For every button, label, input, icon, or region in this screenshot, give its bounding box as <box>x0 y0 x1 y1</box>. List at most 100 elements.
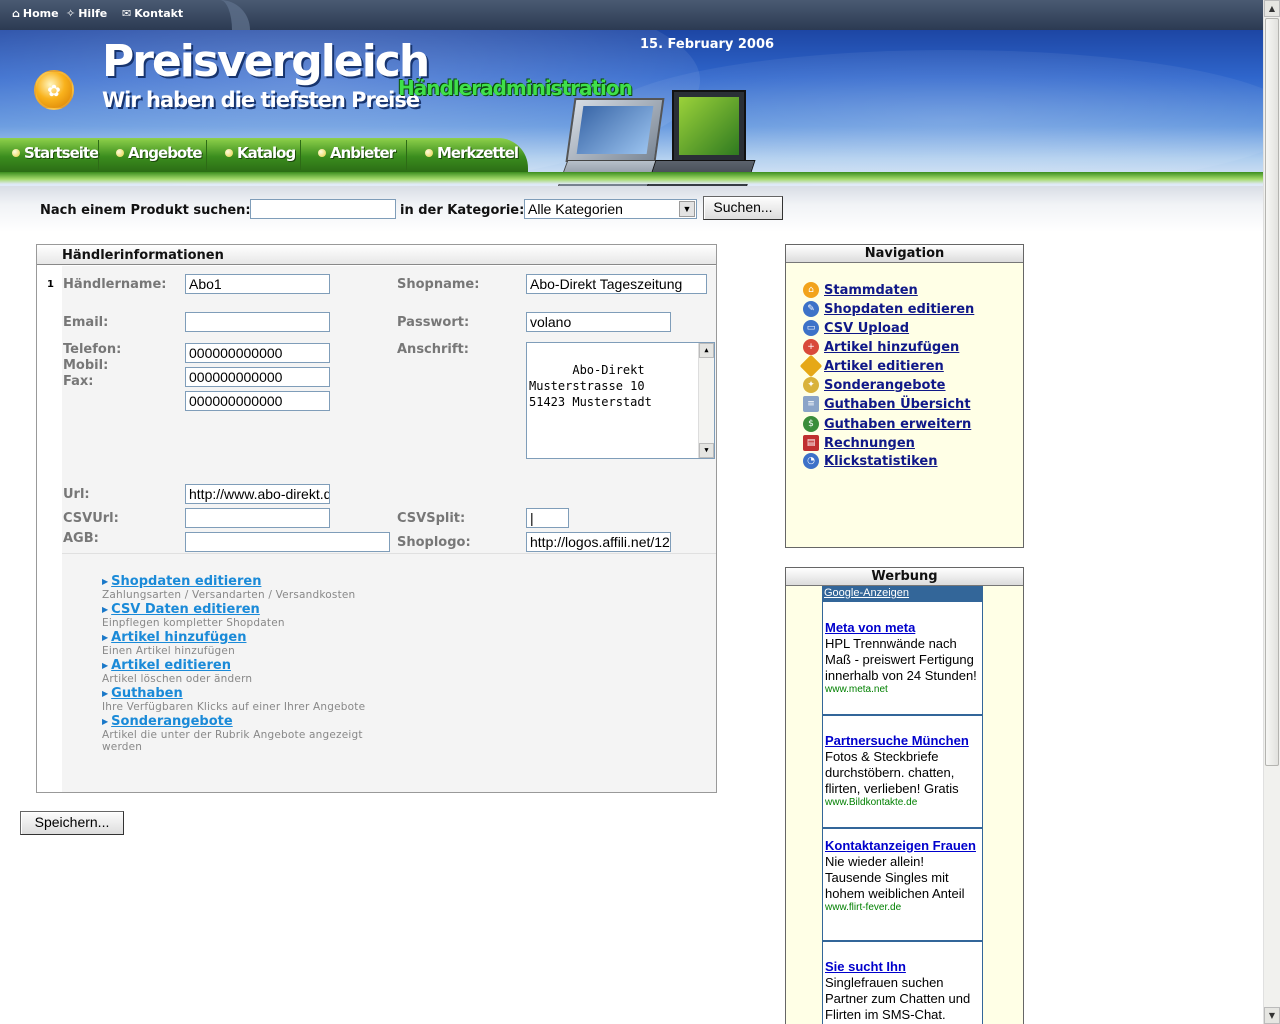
ad-title-link[interactable]: Sie sucht Ihn <box>825 959 982 975</box>
help-icon: ✧ <box>66 7 76 20</box>
logo-icon: ✿ <box>34 70 74 110</box>
agb-field[interactable] <box>185 532 390 552</box>
search-button[interactable]: Suchen... <box>703 196 783 220</box>
nav-item-artikel-editieren[interactable]: Artikel editieren <box>799 354 944 378</box>
merchant-info-panel: Händlerinformationen 1 Händlername: Abo1… <box>36 244 717 793</box>
quicklink-shopdaten: ▶ Shopdaten editieren Zahlungsarten / Ver… <box>102 574 356 601</box>
google-ads-link[interactable]: Google-Anzeigen <box>824 587 909 599</box>
passwort-field[interactable]: volano <box>526 312 671 332</box>
tab-merkzettel[interactable]: Merkzettel <box>425 144 519 162</box>
nav-item-stammdaten[interactable]: ⌂ Stammdaten <box>803 282 918 298</box>
csvurl-label: CSVUrl: <box>63 511 119 526</box>
nav-item-sonderangebote[interactable]: ✦ Sonderangebote <box>803 377 946 393</box>
ad-title-link[interactable]: Kontaktanzeigen Frauen <box>825 838 982 854</box>
anschrift-textarea[interactable]: Abo-Direkt Musterstrasse 10 51423 Muster… <box>526 342 715 459</box>
haendlername-field[interactable]: Abo1 <box>185 274 330 294</box>
add-icon: + <box>803 339 819 355</box>
help-link[interactable]: ✧ Hilfe <box>66 7 107 20</box>
shoplogo-field[interactable]: http://logos.affili.net/120x <box>526 532 671 552</box>
ad-item: Partnersuche München Fotos & Steckbriefe… <box>825 733 982 809</box>
ad-item: Kontaktanzeigen Frauen Nie wieder allein… <box>825 838 982 914</box>
tab-startseite[interactable]: Startseite <box>12 144 99 162</box>
home-link[interactable]: ⌂ Home <box>12 7 59 20</box>
nav-item-klickstatistiken[interactable]: ◔ Klickstatistiken <box>803 453 938 469</box>
nav-item-artikel-hinzufuegen[interactable]: + Artikel hinzufügen <box>803 339 959 355</box>
quicklink-sonderangebote: ▶ Sonderangebote Artikel die unter der Ru… <box>102 714 363 753</box>
credit-icon: $ <box>803 416 819 432</box>
quicklink-guthaben-link[interactable]: Guthaben <box>111 686 183 701</box>
email-label: Email: <box>63 315 109 330</box>
nav-item-guthaben-erweitern[interactable]: $ Guthaben erweitern <box>803 416 971 432</box>
category-select[interactable]: Alle Kategorien ▼ <box>524 199 697 219</box>
bullet-arrow-icon: ▶ <box>102 689 109 698</box>
upload-icon: ▭ <box>803 320 819 336</box>
nav-item-rechnungen[interactable]: ▤ Rechnungen <box>803 435 915 451</box>
scroll-up-icon[interactable]: ▲ <box>699 343 714 358</box>
scroll-down-icon[interactable]: ▼ <box>1264 1007 1280 1024</box>
tab-anbieter[interactable]: Anbieter <box>318 144 396 162</box>
main-nav: Startseite Angebote Katalog Anbieter Mer… <box>0 138 528 172</box>
quicklink-artikel-hinzufuegen-link[interactable]: Artikel hinzufügen <box>111 630 246 645</box>
row-number: 1 <box>47 279 54 290</box>
quicklink-artikel-editieren-link[interactable]: Artikel editieren <box>111 658 231 673</box>
ad-title-link[interactable]: Meta von meta <box>825 620 982 636</box>
csvurl-field[interactable] <box>185 508 330 528</box>
search-input[interactable] <box>250 199 396 219</box>
mobil-field[interactable]: 000000000000 <box>185 367 330 387</box>
quicklink-guthaben: ▶ Guthaben Ihre Verfügbaren Klicks auf ei… <box>102 686 366 713</box>
navigation-box: Navigation ⌂ Stammdaten ✎ Shopdaten editie… <box>785 244 1024 548</box>
nav-item-csv-upload[interactable]: ▭ CSV Upload <box>803 320 909 336</box>
telefon-field[interactable]: 000000000000 <box>185 343 330 363</box>
stats-icon: ◔ <box>803 453 819 469</box>
bullet-icon <box>225 149 233 157</box>
navigation-title: Navigation <box>786 245 1023 263</box>
quicklink-csv-link[interactable]: CSV Daten editieren <box>111 602 260 617</box>
laptop-image <box>565 98 665 162</box>
bullet-icon <box>12 149 20 157</box>
ads-title: Werbung <box>786 568 1023 586</box>
bullet-icon <box>425 149 433 157</box>
warning-icon <box>799 354 823 378</box>
category-label: in der Kategorie: <box>400 203 525 218</box>
tab-katalog[interactable]: Katalog <box>225 144 296 162</box>
nav-item-shopdaten[interactable]: ✎ Shopdaten editieren <box>803 301 974 317</box>
search-bar: Nach einem Produkt suchen: in der Katego… <box>0 186 1263 232</box>
shopname-label: Shopname: <box>397 277 480 292</box>
contact-link[interactable]: ✉ Kontakt <box>122 7 183 20</box>
bullet-arrow-icon: ▶ <box>102 605 109 614</box>
page-scrollbar[interactable]: ▲ ▼ <box>1263 0 1280 1024</box>
home-icon: ⌂ <box>803 282 819 298</box>
scrollbar-thumb[interactable] <box>1265 18 1279 766</box>
quicklink-sonderangebote-link[interactable]: Sonderangebote <box>111 714 233 729</box>
scroll-up-icon[interactable]: ▲ <box>1264 0 1280 17</box>
site-title: Preisvergleich <box>102 36 430 87</box>
ad-title-link[interactable]: Partnersuche München <box>825 733 982 749</box>
haendlername-label: Händlername: <box>63 277 167 292</box>
shopname-field[interactable]: Abo-Direkt Tageszeitung <box>526 274 707 294</box>
edit-icon: ✎ <box>803 301 819 317</box>
top-bar: ⌂ Home ✧ Hilfe ✉ Kontakt <box>0 0 1263 30</box>
save-button[interactable]: Speichern... <box>20 811 124 835</box>
agb-label: AGB: <box>63 531 99 546</box>
chevron-down-icon[interactable]: ▼ <box>679 201 695 217</box>
textarea-scrollbar[interactable]: ▲ ▼ <box>698 343 714 458</box>
bullet-arrow-icon: ▶ <box>102 633 109 642</box>
ads-box: Werbung Google-Anzeigen Meta von meta HP… <box>785 567 1024 1024</box>
bullet-arrow-icon: ▶ <box>102 577 109 586</box>
url-field[interactable]: http://www.abo-direkt.de <box>185 484 330 504</box>
csvsplit-label: CSVSplit: <box>397 511 466 526</box>
page: ⌂ Home ✧ Hilfe ✉ Kontakt 15. February 2006 … <box>0 0 1280 1024</box>
fax-field[interactable]: 000000000000 <box>185 391 330 411</box>
csvsplit-field[interactable]: | <box>526 508 569 528</box>
nav-item-guthaben-uebersicht[interactable]: ≡ Guthaben Übersicht <box>803 396 971 412</box>
quicklink-shopdaten-link[interactable]: Shopdaten editieren <box>111 574 261 589</box>
panel-title: Händlerinformationen <box>62 248 224 263</box>
bullet-arrow-icon: ▶ <box>102 717 109 726</box>
invoice-icon: ▤ <box>803 435 819 451</box>
email-field[interactable] <box>185 312 330 332</box>
scroll-down-icon[interactable]: ▼ <box>699 443 714 458</box>
fax-label: Fax: <box>63 374 94 389</box>
google-ads: Google-Anzeigen Meta von meta HPL Trennw… <box>822 586 983 1024</box>
tab-angebote[interactable]: Angebote <box>116 144 203 162</box>
mail-icon: ✉ <box>122 7 132 20</box>
